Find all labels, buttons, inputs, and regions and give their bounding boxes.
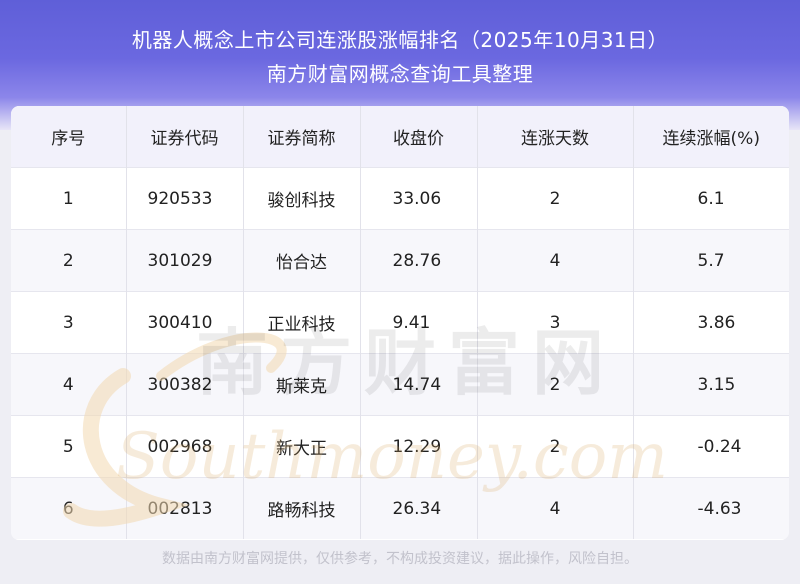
cell-gain: 3.86: [633, 291, 789, 354]
cell-name: 路畅科技: [243, 477, 361, 539]
ranking-table-card: 序号 证券代码 证券简称 收盘价 连涨天数 连续涨幅(%) 1 920533 骏…: [11, 106, 789, 540]
cell-days: 2: [477, 353, 634, 416]
disclaimer-footer: 数据由南方财富网提供，仅供参考，不构成投资建议，据此操作，风险自担。: [162, 551, 638, 567]
cell-rank: 5: [11, 415, 127, 478]
table-row: 1 920533 骏创科技 33.06 2 6.1: [11, 167, 789, 230]
cell-gain: 3.15: [633, 353, 789, 416]
cell-code: 300410: [126, 291, 244, 354]
col-header-code: 证券代码: [126, 106, 244, 168]
cell-days: 3: [477, 291, 634, 354]
cell-rank: 2: [11, 229, 127, 292]
cell-name: 正业科技: [243, 291, 361, 354]
cell-days: 2: [477, 415, 634, 478]
page-subtitle: 南方财富网概念查询工具整理: [266, 62, 534, 86]
col-header-name: 证券简称: [243, 106, 361, 168]
cell-days: 4: [477, 477, 634, 539]
cell-code: 002813: [126, 477, 244, 539]
cell-close: 12.29: [360, 415, 478, 478]
cell-name: 怡合达: [243, 229, 361, 292]
cell-gain: -0.24: [633, 415, 789, 478]
cell-days: 2: [477, 167, 634, 230]
cell-code: 301029: [126, 229, 244, 292]
table-row: 6 002813 路畅科技 26.34 4 -4.63: [11, 477, 789, 539]
table-header-row: 序号 证券代码 证券简称 收盘价 连涨天数 连续涨幅(%): [11, 106, 789, 168]
cell-rank: 4: [11, 353, 127, 416]
cell-gain: 5.7: [633, 229, 789, 292]
cell-close: 33.06: [360, 167, 478, 230]
table-row: 4 300382 斯莱克 14.74 2 3.15: [11, 353, 789, 416]
cell-gain: -4.63: [633, 477, 789, 539]
cell-rank: 1: [11, 167, 127, 230]
table-row: 5 002968 新大正 12.29 2 -0.24: [11, 415, 789, 478]
page-title: 机器人概念上市公司连涨股涨幅排名（2025年10月31日）: [131, 28, 669, 52]
cell-name: 斯莱克: [243, 353, 361, 416]
cell-close: 9.41: [360, 291, 478, 354]
col-header-days: 连涨天数: [477, 106, 634, 168]
cell-days: 4: [477, 229, 634, 292]
cell-close: 26.34: [360, 477, 478, 539]
cell-rank: 6: [11, 477, 127, 539]
ranking-table: 序号 证券代码 证券简称 收盘价 连涨天数 连续涨幅(%) 1 920533 骏…: [11, 106, 789, 539]
cell-code: 300382: [126, 353, 244, 416]
cell-close: 14.74: [360, 353, 478, 416]
cell-code: 920533: [126, 167, 244, 230]
col-header-rank: 序号: [11, 106, 127, 168]
cell-close: 28.76: [360, 229, 478, 292]
cell-name: 新大正: [243, 415, 361, 478]
cell-code: 002968: [126, 415, 244, 478]
table-row: 2 301029 怡合达 28.76 4 5.7: [11, 229, 789, 292]
table-row: 3 300410 正业科技 9.41 3 3.86: [11, 291, 789, 354]
col-header-gain: 连续涨幅(%): [633, 106, 789, 168]
cell-gain: 6.1: [633, 167, 789, 230]
col-header-close: 收盘价: [360, 106, 478, 168]
cell-rank: 3: [11, 291, 127, 354]
cell-name: 骏创科技: [243, 167, 361, 230]
